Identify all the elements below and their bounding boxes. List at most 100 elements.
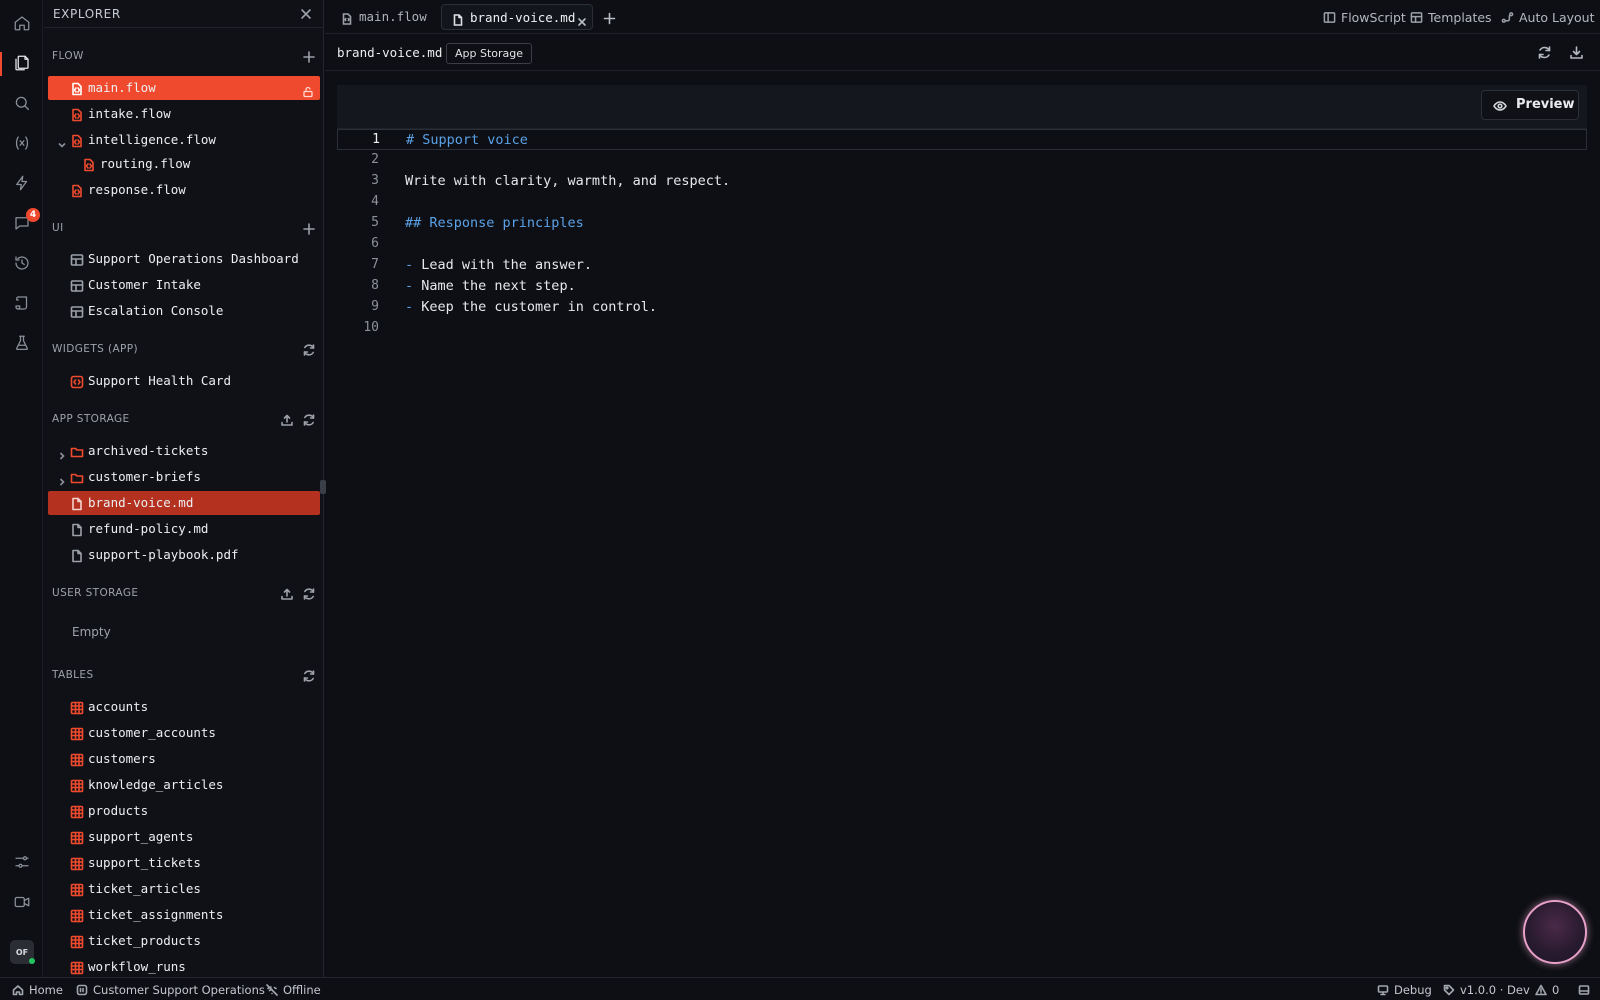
ui-item-support-operations-dashboard[interactable]: Support Operations Dashboard	[48, 247, 320, 271]
templates-label: Templates	[1428, 9, 1492, 25]
status-home[interactable]: Home	[12, 982, 63, 997]
file-icon	[70, 522, 84, 537]
tree-item-label: archived-tickets	[88, 443, 209, 458]
table-item[interactable]: ticket_assignments	[48, 903, 320, 927]
status-warnings-count: 0	[1552, 982, 1560, 997]
video-icon[interactable]	[0, 883, 43, 921]
refresh-icon[interactable]	[302, 342, 316, 356]
code-line[interactable]: 4	[337, 192, 1587, 213]
preview-button[interactable]: Preview	[1481, 90, 1579, 120]
lock-icon	[302, 83, 314, 98]
variable-icon[interactable]	[0, 124, 43, 162]
table-item[interactable]: ticket_articles	[48, 877, 320, 901]
search-icon[interactable]	[0, 84, 43, 122]
monitor-icon	[1377, 984, 1389, 995]
download-icon[interactable]	[1569, 45, 1584, 60]
templates-button[interactable]: Templates	[1410, 8, 1492, 26]
refresh-icon[interactable]	[302, 586, 316, 600]
flow-item-response[interactable]: response.flow	[48, 178, 320, 202]
code-line[interactable]: 9 - Keep the customer in control.	[337, 297, 1587, 318]
tree-item-label: Customer Intake	[88, 277, 201, 292]
ui-item-customer-intake[interactable]: Customer Intake	[48, 273, 320, 297]
refresh-icon[interactable]	[302, 668, 316, 682]
code-line[interactable]: 8 - Name the next step.	[337, 276, 1587, 297]
explorer-panel: EXPLORER FLOW main.flow intake.flow inte…	[44, 0, 324, 977]
tree-item-label: main.flow	[88, 80, 156, 95]
table-item[interactable]: support_tickets	[48, 851, 320, 875]
panel-toggle-icon[interactable]	[1578, 982, 1590, 997]
tab-bar: main.flow brand-voice.md FlowScript Temp…	[325, 0, 1600, 34]
sliders-icon[interactable]	[0, 843, 43, 881]
flow-item-intelligence[interactable]: intelligence.flow	[48, 128, 320, 152]
ui-item-escalation-console[interactable]: Escalation Console	[48, 299, 320, 323]
storage-folder-customer-briefs[interactable]: customer-briefs	[48, 465, 320, 489]
code-line[interactable]: 6	[337, 234, 1587, 255]
storage-folder-archived-tickets[interactable]: archived-tickets	[48, 439, 320, 463]
line-number: 2	[371, 152, 379, 167]
status-version[interactable]: v1.0.0 · Dev	[1443, 982, 1530, 997]
bolt-icon[interactable]	[0, 164, 43, 202]
flask-icon[interactable]	[0, 324, 43, 362]
code-line[interactable]: 3 Write with clarity, warmth, and respect…	[337, 171, 1587, 192]
section-title: USER STORAGE	[52, 587, 139, 599]
table-item[interactable]: knowledge_articles	[48, 773, 320, 797]
preview-label: Preview	[1516, 97, 1575, 112]
code-line[interactable]: 2	[337, 150, 1587, 171]
tab-main-flow[interactable]: main.flow	[331, 4, 429, 30]
storage-file-refund-policy[interactable]: refund-policy.md	[48, 517, 320, 541]
assistant-orb-button[interactable]	[1523, 900, 1587, 964]
table-item[interactable]: customer_accounts	[48, 721, 320, 745]
files-icon[interactable]	[0, 44, 43, 82]
auto-layout-button[interactable]: Auto Layout	[1501, 8, 1595, 26]
panel-resize-handle[interactable]	[320, 480, 326, 494]
chevron-right-icon[interactable]	[57, 472, 67, 486]
flowscript-button[interactable]: FlowScript	[1323, 8, 1406, 26]
storage-file-support-playbook[interactable]: support-playbook.pdf	[48, 543, 320, 567]
close-icon[interactable]	[577, 12, 587, 26]
refresh-icon[interactable]	[1537, 45, 1552, 60]
status-project[interactable]: Customer Support Operations	[76, 982, 265, 997]
status-warnings[interactable]: 0	[1535, 982, 1559, 997]
refresh-icon[interactable]	[302, 412, 316, 426]
add-icon[interactable]	[302, 221, 316, 235]
upload-icon[interactable]	[280, 412, 294, 426]
flow-item-routing[interactable]: routing.flow	[48, 152, 320, 176]
tree-item-label: Support Operations Dashboard	[88, 251, 299, 266]
table-icon	[70, 908, 84, 923]
editor-toolbar: Preview	[337, 85, 1587, 129]
tree-item-label: ticket_assignments	[88, 907, 224, 922]
table-item[interactable]: support_agents	[48, 825, 320, 849]
table-item[interactable]: workflow_runs	[48, 955, 320, 977]
list-bullet: -	[405, 299, 414, 315]
close-icon[interactable]	[298, 6, 314, 22]
table-item[interactable]: ticket_products	[48, 929, 320, 953]
chevron-down-icon[interactable]	[57, 135, 67, 148]
upload-icon[interactable]	[280, 586, 294, 600]
table-item[interactable]: products	[48, 799, 320, 823]
line-number: 7	[371, 257, 379, 272]
online-status-dot	[29, 958, 35, 964]
flow-item-intake[interactable]: intake.flow	[48, 102, 320, 126]
code-line[interactable]: 1 # Support voice	[337, 129, 1587, 150]
code-line[interactable]: 7 - Lead with the answer.	[337, 255, 1587, 276]
status-connection[interactable]: Offline	[266, 982, 321, 997]
chevron-right-icon[interactable]	[57, 446, 67, 460]
tree-item-label: brand-voice.md	[88, 495, 194, 510]
tag-icon	[1443, 984, 1455, 995]
flow-item-main[interactable]: main.flow	[48, 76, 320, 100]
list-text: Keep the customer in control.	[413, 299, 657, 315]
status-debug[interactable]: Debug	[1377, 982, 1432, 997]
storage-file-brand-voice[interactable]: brand-voice.md	[48, 491, 320, 515]
history-icon[interactable]	[0, 244, 43, 282]
widget-item-support-health-card[interactable]: Support Health Card	[48, 369, 320, 393]
scroll-icon[interactable]	[0, 284, 43, 322]
tab-brand-voice[interactable]: brand-voice.md	[441, 4, 593, 30]
add-tab-icon[interactable]	[603, 10, 616, 25]
table-item[interactable]: accounts	[48, 695, 320, 719]
code-line[interactable]: 5 ## Response principles	[337, 213, 1587, 234]
home-icon[interactable]	[0, 4, 43, 42]
code-text: - Name the next step.	[405, 278, 576, 294]
code-line[interactable]: 10	[337, 318, 1587, 339]
add-icon[interactable]	[302, 49, 316, 63]
table-item[interactable]: customers	[48, 747, 320, 771]
